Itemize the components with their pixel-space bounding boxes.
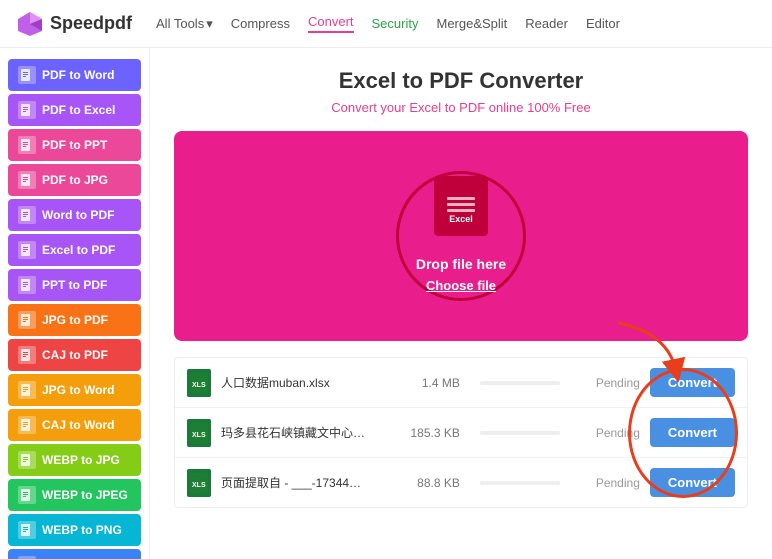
nav-security[interactable]: Security: [372, 16, 419, 31]
file-status: Pending: [580, 376, 640, 390]
file-status: Pending: [580, 426, 640, 440]
chevron-down-icon: ▾: [206, 16, 213, 32]
sidebar-item-label: CAJ to PDF: [42, 348, 108, 362]
nav-convert[interactable]: Convert: [308, 14, 354, 33]
sidebar-item-icon: [18, 416, 36, 434]
file-type-icon: XLS: [187, 369, 211, 397]
sidebar-item[interactable]: Excel to PDF: [8, 234, 141, 266]
page-title: Excel to PDF Converter: [174, 68, 748, 94]
sidebar-item-icon: [18, 241, 36, 259]
sidebar-item-icon: [18, 66, 36, 84]
file-status: Pending: [580, 476, 640, 490]
drop-circle: Excel Drop file here Choose file: [396, 171, 526, 301]
sidebar-item-icon: [18, 451, 36, 469]
file-type-icon: XLS: [187, 419, 211, 447]
file-progress: [480, 481, 560, 485]
sidebar-item[interactable]: WEBP to JPEG: [8, 479, 141, 511]
nav-all-tools[interactable]: All Tools ▾: [156, 16, 213, 32]
sidebar-item[interactable]: PDF to Excel: [8, 94, 141, 126]
sidebar: PDF to Word PDF to Excel PDF to PPT PDF …: [0, 48, 150, 559]
sidebar-item-label: JPG to PDF: [42, 313, 108, 327]
sidebar-item-label: Word to PDF: [42, 208, 114, 222]
file-size: 185.3 KB: [390, 426, 460, 440]
sidebar-item[interactable]: JPG to Word: [8, 374, 141, 406]
sidebar-item[interactable]: Word to PDF: [8, 199, 141, 231]
file-size: 1.4 MB: [390, 376, 460, 390]
nav: All Tools ▾ Compress Convert Security Me…: [156, 14, 620, 33]
nav-reader[interactable]: Reader: [525, 16, 568, 31]
sidebar-item-icon: [18, 346, 36, 364]
sidebar-item-icon: [18, 486, 36, 504]
sidebar-item-icon: [18, 276, 36, 294]
nav-mergesplit[interactable]: Merge&Split: [436, 16, 507, 31]
sidebar-item[interactable]: JPG to WEBP: [8, 549, 141, 559]
sidebar-item-label: CAJ to Word: [42, 418, 114, 432]
sidebar-item-label: PDF to Word: [42, 68, 114, 82]
layout: PDF to Word PDF to Excel PDF to PPT PDF …: [0, 48, 772, 559]
nav-editor[interactable]: Editor: [586, 16, 620, 31]
sidebar-item[interactable]: CAJ to PDF: [8, 339, 141, 371]
sidebar-item-label: WEBP to JPEG: [42, 488, 128, 502]
sidebar-item-label: Excel to PDF: [42, 243, 115, 257]
sidebar-item[interactable]: PDF to PPT: [8, 129, 141, 161]
file-type-icon: XLS: [187, 469, 211, 497]
sidebar-item-label: WEBP to PNG: [42, 523, 122, 537]
sidebar-item-label: PDF to JPG: [42, 173, 108, 187]
sidebar-item-label: PDF to PPT: [42, 138, 107, 152]
file-name: 页面提取自 - ___-17344…: [221, 474, 380, 491]
table-row: XLS 玛多县花石峡镇藏文中心… 185.3 KB Pending Conver…: [175, 408, 747, 458]
table-row: XLS 页面提取自 - ___-17344… 88.8 KB Pending C…: [175, 458, 747, 507]
convert-button[interactable]: Convert: [650, 468, 735, 497]
sidebar-item-icon: [18, 381, 36, 399]
sidebar-item[interactable]: CAJ to Word: [8, 409, 141, 441]
svg-text:XLS: XLS: [192, 382, 206, 389]
sidebar-item[interactable]: WEBP to JPG: [8, 444, 141, 476]
sidebar-item-icon: [18, 171, 36, 189]
sidebar-item-label: PDF to Excel: [42, 103, 115, 117]
file-name: 玛多县花石峡镇藏文中心…: [221, 424, 380, 441]
file-list: XLS 人口数据muban.xlsx 1.4 MB Pending Conver…: [174, 357, 748, 508]
convert-button[interactable]: Convert: [650, 418, 735, 447]
drop-zone[interactable]: Excel Drop file here Choose file: [174, 131, 748, 341]
file-list-wrapper: XLS 人口数据muban.xlsx 1.4 MB Pending Conver…: [174, 357, 748, 508]
logo-text: Speedpdf: [50, 13, 132, 34]
sidebar-item[interactable]: WEBP to PNG: [8, 514, 141, 546]
file-size: 88.8 KB: [390, 476, 460, 490]
sidebar-item-icon: [18, 136, 36, 154]
svg-text:XLS: XLS: [192, 432, 206, 439]
sidebar-item-icon: [18, 206, 36, 224]
header: Speedpdf All Tools ▾ Compress Convert Se…: [0, 0, 772, 48]
table-row: XLS 人口数据muban.xlsx 1.4 MB Pending Conver…: [175, 358, 747, 408]
file-name: 人口数据muban.xlsx: [221, 374, 380, 391]
file-progress: [480, 431, 560, 435]
main-content: Excel to PDF Converter Convert your Exce…: [150, 48, 772, 559]
page-subtitle: Convert your Excel to PDF online 100% Fr…: [174, 100, 748, 115]
drop-text: Drop file here Choose file: [416, 254, 506, 296]
sidebar-item[interactable]: PDF to JPG: [8, 164, 141, 196]
excel-file-icon: Excel: [434, 176, 488, 236]
sidebar-item-icon: [18, 101, 36, 119]
sidebar-item-label: PPT to PDF: [42, 278, 107, 292]
choose-file-link[interactable]: Choose file: [426, 278, 496, 293]
sidebar-item[interactable]: PDF to Word: [8, 59, 141, 91]
sidebar-item-label: JPG to Word: [42, 383, 114, 397]
logo-icon: [16, 10, 44, 38]
sidebar-item-icon: [18, 521, 36, 539]
logo: Speedpdf: [16, 10, 132, 38]
sidebar-item-label: WEBP to JPG: [42, 453, 120, 467]
convert-button[interactable]: Convert: [650, 368, 735, 397]
svg-text:XLS: XLS: [192, 482, 206, 489]
nav-compress[interactable]: Compress: [231, 16, 290, 31]
sidebar-item[interactable]: PPT to PDF: [8, 269, 141, 301]
file-progress: [480, 381, 560, 385]
sidebar-item[interactable]: JPG to PDF: [8, 304, 141, 336]
sidebar-item-icon: [18, 311, 36, 329]
